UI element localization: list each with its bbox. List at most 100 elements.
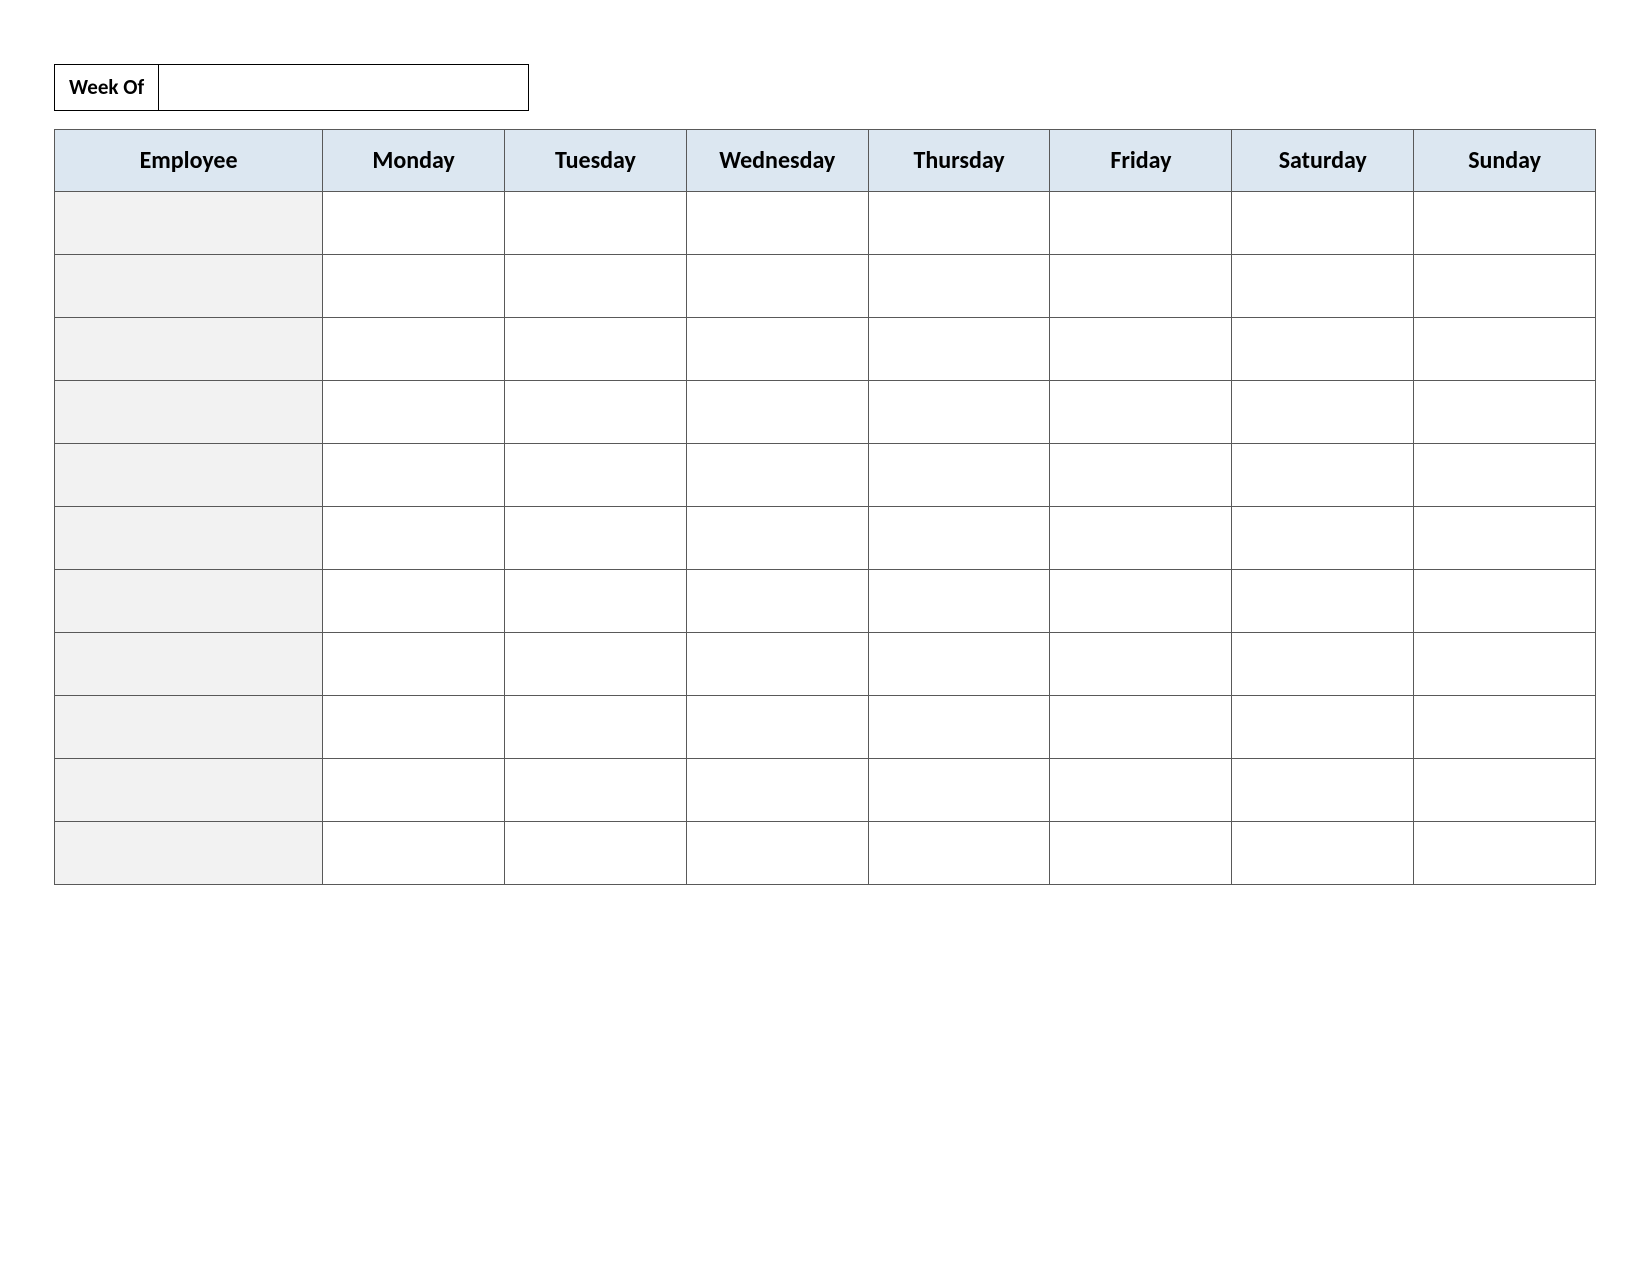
employee-cell[interactable] <box>55 633 323 696</box>
day-cell[interactable] <box>505 507 687 570</box>
day-cell[interactable] <box>686 318 868 381</box>
header-saturday: Saturday <box>1232 130 1414 192</box>
schedule-body <box>55 192 1596 885</box>
day-cell[interactable] <box>505 759 687 822</box>
employee-cell[interactable] <box>55 444 323 507</box>
day-cell[interactable] <box>1232 381 1414 444</box>
day-cell[interactable] <box>505 696 687 759</box>
day-cell[interactable] <box>686 696 868 759</box>
day-cell[interactable] <box>1050 192 1232 255</box>
day-cell[interactable] <box>1414 570 1596 633</box>
employee-cell[interactable] <box>55 255 323 318</box>
day-cell[interactable] <box>1050 633 1232 696</box>
day-cell[interactable] <box>868 444 1050 507</box>
day-cell[interactable] <box>323 633 505 696</box>
day-cell[interactable] <box>686 255 868 318</box>
day-cell[interactable] <box>868 696 1050 759</box>
day-cell[interactable] <box>1232 759 1414 822</box>
day-cell[interactable] <box>686 444 868 507</box>
employee-cell[interactable] <box>55 507 323 570</box>
day-cell[interactable] <box>323 507 505 570</box>
day-cell[interactable] <box>686 570 868 633</box>
employee-cell[interactable] <box>55 759 323 822</box>
day-cell[interactable] <box>1050 318 1232 381</box>
day-cell[interactable] <box>686 381 868 444</box>
employee-cell[interactable] <box>55 318 323 381</box>
day-cell[interactable] <box>323 318 505 381</box>
employee-cell[interactable] <box>55 570 323 633</box>
day-cell[interactable] <box>1414 633 1596 696</box>
weekof-row: Week Of <box>54 64 1596 111</box>
day-cell[interactable] <box>1050 255 1232 318</box>
day-cell[interactable] <box>1232 633 1414 696</box>
day-cell[interactable] <box>323 822 505 885</box>
day-cell[interactable] <box>1232 255 1414 318</box>
day-cell[interactable] <box>1414 444 1596 507</box>
employee-cell[interactable] <box>55 192 323 255</box>
day-cell[interactable] <box>505 381 687 444</box>
day-cell[interactable] <box>686 633 868 696</box>
employee-cell[interactable] <box>55 696 323 759</box>
day-cell[interactable] <box>323 570 505 633</box>
day-cell[interactable] <box>505 633 687 696</box>
day-cell[interactable] <box>1050 381 1232 444</box>
header-monday: Monday <box>323 130 505 192</box>
day-cell[interactable] <box>1414 822 1596 885</box>
header-sunday: Sunday <box>1414 130 1596 192</box>
day-cell[interactable] <box>323 255 505 318</box>
day-cell[interactable] <box>1050 444 1232 507</box>
day-cell[interactable] <box>1232 507 1414 570</box>
day-cell[interactable] <box>868 570 1050 633</box>
day-cell[interactable] <box>1414 318 1596 381</box>
day-cell[interactable] <box>868 192 1050 255</box>
day-cell[interactable] <box>505 255 687 318</box>
day-cell[interactable] <box>686 822 868 885</box>
day-cell[interactable] <box>1414 255 1596 318</box>
day-cell[interactable] <box>1050 507 1232 570</box>
day-cell[interactable] <box>323 444 505 507</box>
day-cell[interactable] <box>1050 759 1232 822</box>
day-cell[interactable] <box>1232 822 1414 885</box>
day-cell[interactable] <box>1232 192 1414 255</box>
header-row: Employee Monday Tuesday Wednesday Thursd… <box>55 130 1596 192</box>
day-cell[interactable] <box>323 696 505 759</box>
day-cell[interactable] <box>1232 318 1414 381</box>
day-cell[interactable] <box>1232 444 1414 507</box>
table-row <box>55 318 1596 381</box>
table-row <box>55 696 1596 759</box>
day-cell[interactable] <box>1050 822 1232 885</box>
day-cell[interactable] <box>323 759 505 822</box>
day-cell[interactable] <box>1050 570 1232 633</box>
day-cell[interactable] <box>323 381 505 444</box>
day-cell[interactable] <box>868 255 1050 318</box>
weekof-input[interactable] <box>159 64 529 111</box>
day-cell[interactable] <box>1414 381 1596 444</box>
day-cell[interactable] <box>868 318 1050 381</box>
day-cell[interactable] <box>868 759 1050 822</box>
day-cell[interactable] <box>1414 192 1596 255</box>
day-cell[interactable] <box>686 507 868 570</box>
day-cell[interactable] <box>868 633 1050 696</box>
day-cell[interactable] <box>323 192 505 255</box>
day-cell[interactable] <box>686 759 868 822</box>
day-cell[interactable] <box>1414 696 1596 759</box>
day-cell[interactable] <box>1232 570 1414 633</box>
day-cell[interactable] <box>868 381 1050 444</box>
employee-cell[interactable] <box>55 822 323 885</box>
day-cell[interactable] <box>1050 696 1232 759</box>
day-cell[interactable] <box>868 507 1050 570</box>
table-row <box>55 507 1596 570</box>
day-cell[interactable] <box>1232 696 1414 759</box>
day-cell[interactable] <box>505 570 687 633</box>
day-cell[interactable] <box>1414 507 1596 570</box>
day-cell[interactable] <box>505 318 687 381</box>
day-cell[interactable] <box>505 192 687 255</box>
day-cell[interactable] <box>505 822 687 885</box>
employee-cell[interactable] <box>55 381 323 444</box>
day-cell[interactable] <box>868 822 1050 885</box>
day-cell[interactable] <box>1414 759 1596 822</box>
header-wednesday: Wednesday <box>686 130 868 192</box>
day-cell[interactable] <box>686 192 868 255</box>
day-cell[interactable] <box>505 444 687 507</box>
header-employee: Employee <box>55 130 323 192</box>
